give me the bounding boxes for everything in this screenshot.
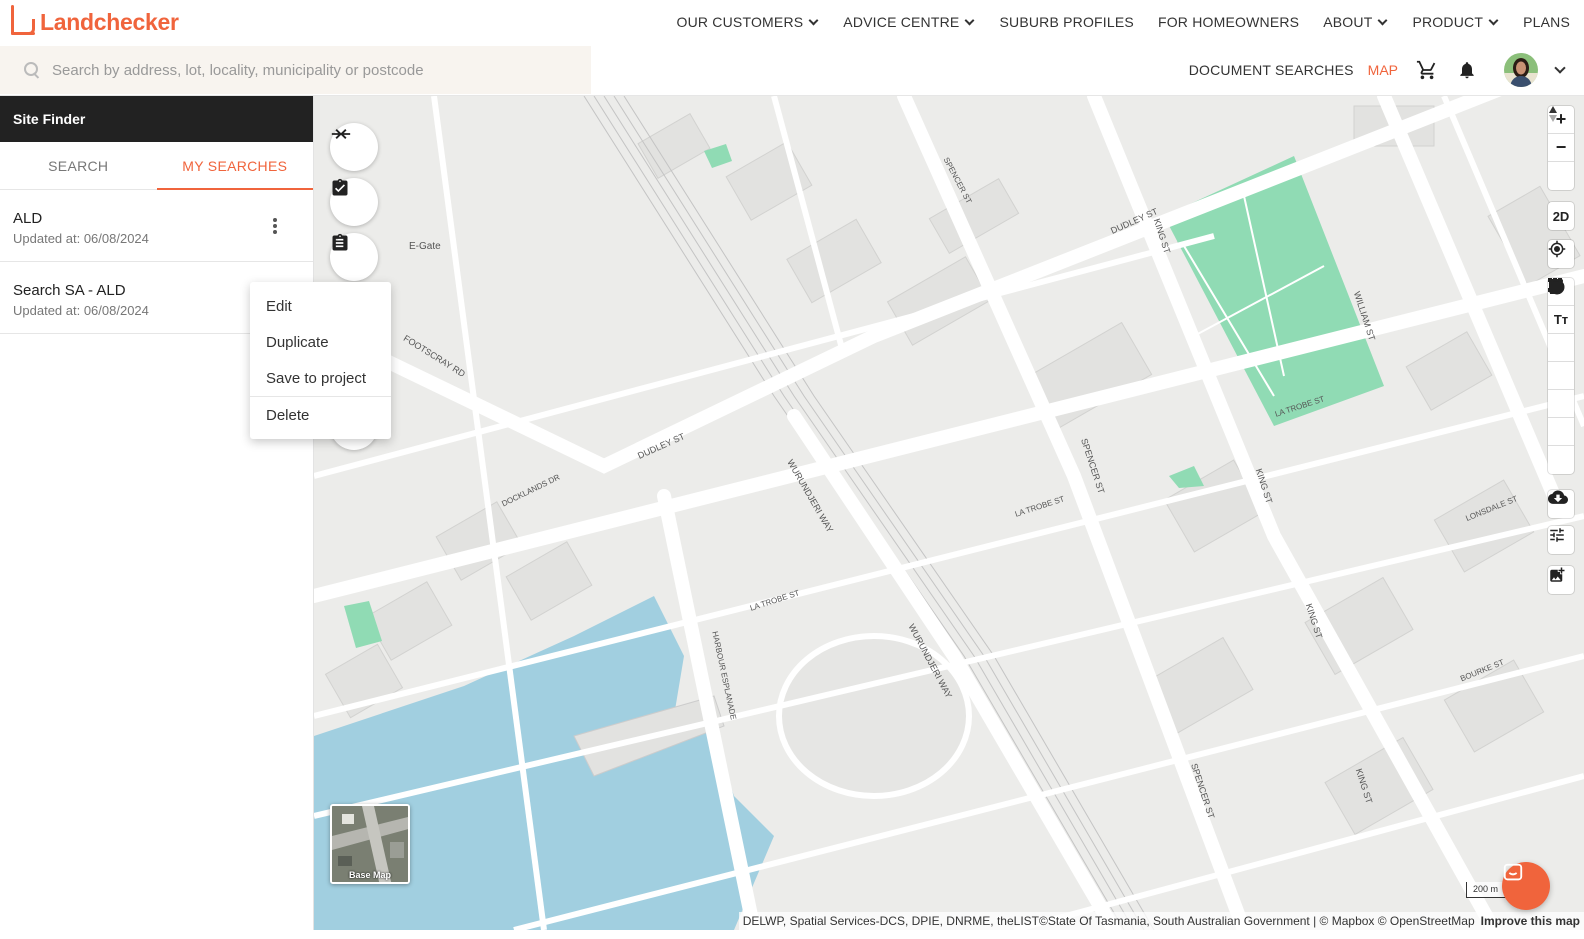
brand-name: Landchecker <box>40 8 179 35</box>
nav-label: ABOUT <box>1323 14 1373 30</box>
polygon-tool-icon[interactable] <box>1548 278 1574 390</box>
avatar[interactable] <box>1504 53 1538 87</box>
chat-support-button[interactable] <box>1502 862 1550 910</box>
attribution-text: DELWP, Spatial Services-DCS, DPIE, DNRME… <box>742 914 1475 928</box>
nav-label: ADVICE CENTRE <box>843 14 960 30</box>
zoom-out-button[interactable]: − <box>1548 134 1574 162</box>
nav-about[interactable]: ABOUT <box>1323 14 1388 30</box>
text-tool-icon[interactable]: Tт <box>1548 306 1574 334</box>
saved-search-name: ALD <box>13 210 43 227</box>
secondary-bar: DOCUMENT SEARCHES MAP <box>0 44 1584 96</box>
chevron-down-icon <box>1488 15 1499 25</box>
brand-logo[interactable]: Landchecker <box>8 4 179 40</box>
nav-advice-centre[interactable]: ADVICE CENTRE <box>843 14 975 30</box>
drawing-tools: Tт <box>1548 278 1574 474</box>
notes-button[interactable] <box>330 233 378 281</box>
panel-title: Site Finder <box>0 96 313 142</box>
saved-search-context-menu: Edit Duplicate Save to project Delete <box>250 282 391 439</box>
saved-checklist-button[interactable] <box>330 178 378 226</box>
nav-label: PLANS <box>1523 14 1570 30</box>
cart-icon[interactable] <box>1416 59 1438 81</box>
panel-tabs: SEARCH MY SEARCHES <box>0 142 313 190</box>
chat-icon <box>1503 863 1523 881</box>
map-base-layer <box>314 96 1584 930</box>
nav-label: PRODUCT <box>1412 14 1484 30</box>
tab-my-searches[interactable]: MY SEARCHES <box>156 142 314 190</box>
map-canvas[interactable]: E-Gate FOOTSCRAY RD DUDLEY ST DUDLEY ST … <box>314 96 1584 930</box>
cloud-download-icon[interactable] <box>1548 490 1574 518</box>
arrows-exchange-icon <box>331 129 351 139</box>
chevron-down-icon <box>808 15 819 25</box>
map-label: E-Gate <box>409 241 441 252</box>
site-finder-panel: Site Finder SEARCH MY SEARCHES ALD Updat… <box>0 96 314 939</box>
saved-search-date: Updated at: 06/08/2024 <box>13 231 149 246</box>
circle-tool-icon[interactable] <box>1548 279 1574 446</box>
nav-our-customers[interactable]: OUR CUSTOMERS <box>677 14 820 30</box>
nav-plans[interactable]: PLANS <box>1523 14 1570 30</box>
tab-search[interactable]: SEARCH <box>0 142 157 189</box>
base-map-label: Base Map <box>348 870 392 880</box>
sliders-icon[interactable] <box>1548 526 1574 554</box>
rectangle-tool-icon[interactable] <box>1548 278 1574 418</box>
zoom-controls: + − <box>1548 106 1574 190</box>
page-footer-strip <box>0 930 1584 939</box>
search-icon <box>24 62 40 78</box>
header-actions: DOCUMENT SEARCHES MAP <box>1189 44 1566 96</box>
nav-suburb-profiles[interactable]: SUBURB PROFILES <box>999 14 1133 30</box>
nav-label: SUBURB PROFILES <box>999 14 1134 30</box>
account-chevron-down-icon[interactable] <box>1554 61 1566 74</box>
search-input[interactable] <box>52 61 572 79</box>
view-mode-toggle: 2D <box>1548 202 1574 230</box>
base-map-switcher[interactable]: Base Map <box>330 804 410 884</box>
image-control <box>1548 566 1574 594</box>
nav-for-homeowners[interactable]: FOR HOMEOWNERS <box>1158 14 1299 30</box>
locate-control <box>1548 240 1574 268</box>
logo-mark-icon <box>8 5 36 39</box>
trash-icon[interactable] <box>1548 278 1574 474</box>
chevron-down-icon <box>1378 15 1388 25</box>
menu-item-save-to-project[interactable]: Save to project <box>250 360 391 396</box>
saved-search-item[interactable]: ALD Updated at: 06/08/2024 <box>0 190 313 262</box>
search-bar <box>0 46 591 94</box>
top-bar: Landchecker OUR CUSTOMERS ADVICE CENTRE … <box>0 0 1584 44</box>
compare-button[interactable] <box>330 123 378 171</box>
clipboard-list-icon <box>332 233 348 251</box>
chevron-down-icon <box>965 15 975 25</box>
map-link[interactable]: MAP <box>1368 62 1398 78</box>
download-control <box>1548 490 1574 518</box>
menu-item-delete[interactable]: Delete <box>250 397 391 433</box>
document-searches-link[interactable]: DOCUMENT SEARCHES <box>1189 62 1354 78</box>
nav-label: FOR HOMEOWNERS <box>1157 14 1300 30</box>
compass-icon[interactable] <box>1548 106 1574 190</box>
nav-label: OUR CUSTOMERS <box>676 14 804 30</box>
menu-item-edit[interactable]: Edit <box>250 288 391 324</box>
locate-icon[interactable] <box>1548 240 1574 268</box>
menu-item-duplicate[interactable]: Duplicate <box>250 324 391 360</box>
more-options-icon[interactable] <box>273 218 277 234</box>
bell-icon[interactable] <box>1456 59 1478 81</box>
main-nav: OUR CUSTOMERS ADVICE CENTRE SUBURB PROFI… <box>677 0 1571 44</box>
nav-product[interactable]: PRODUCT <box>1412 14 1499 30</box>
line-tool-icon[interactable] <box>1548 279 1574 362</box>
improve-map-link[interactable]: Improve this map <box>1481 914 1580 928</box>
map-attribution: DELWP, Spatial Services-DCS, DPIE, DNRME… <box>738 912 1584 930</box>
view-2d-button[interactable]: 2D <box>1548 202 1574 230</box>
filter-control <box>1548 526 1574 554</box>
clipboard-check-icon <box>332 178 348 196</box>
add-image-icon[interactable] <box>1548 566 1574 594</box>
